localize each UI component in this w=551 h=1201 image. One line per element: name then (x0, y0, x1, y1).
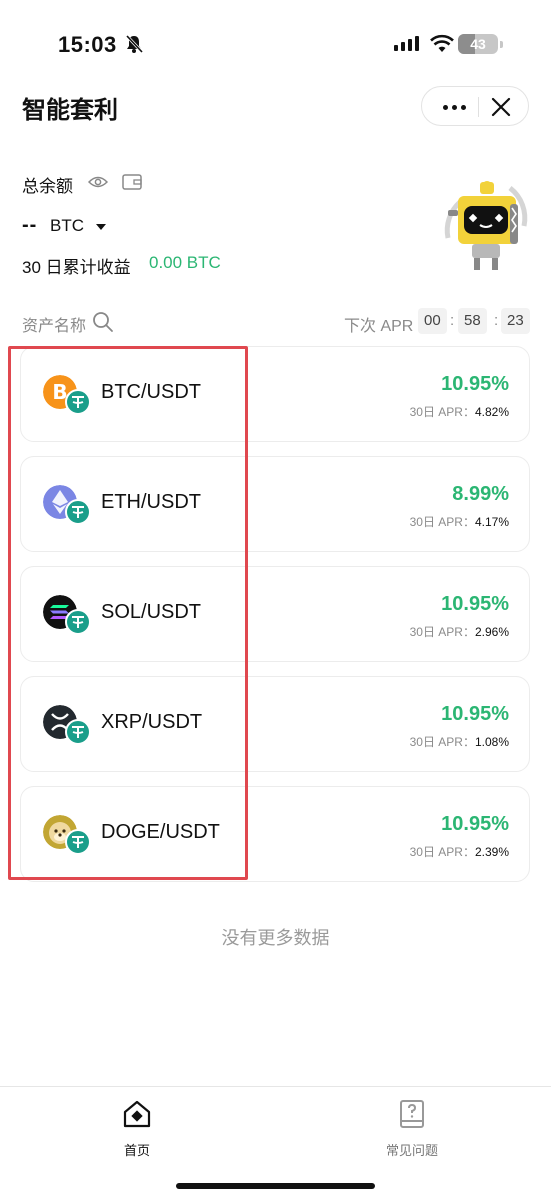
search-icon[interactable] (92, 311, 114, 333)
no-more-data-text: 没有更多数据 (221, 928, 330, 948)
battery-indicator: 43 (458, 34, 498, 54)
apr-value: 10.95% (441, 373, 509, 395)
status-bar: 15:03 43 (0, 0, 551, 88)
apr-30d-value: 4.82% (474, 405, 509, 419)
robot-mascot-icon (444, 181, 528, 270)
apr-30d: 30日 APR：4.82% (410, 403, 509, 420)
battery-tip (500, 41, 503, 48)
profit-value: 0.00 BTC (149, 253, 221, 272)
countdown-separator: : (450, 312, 455, 329)
more-options-icon[interactable] (436, 96, 472, 118)
tab-home[interactable]: 首页 (97, 1099, 177, 1159)
highlight-annotation-box (8, 346, 248, 880)
countdown-hours: 00 (418, 308, 447, 334)
chevron-down-icon[interactable] (96, 224, 106, 230)
apr-30d: 30日 APR：2.39% (410, 843, 509, 860)
tab-faq-label: 常见问题 (385, 1143, 438, 1158)
apr-30d-value: 2.96% (474, 625, 509, 639)
apr-30d: 30日 APR：1.08% (410, 733, 509, 750)
status-time: 15:03 (58, 32, 117, 57)
apr-30d-value: 1.08% (474, 735, 509, 749)
asset-name-column-label: 资产名称 (22, 318, 87, 335)
battery-level: 43 (470, 36, 486, 52)
apr-value: 10.95% (441, 703, 509, 725)
close-icon[interactable] (488, 95, 514, 119)
balance-amount: -- (22, 214, 38, 236)
apr-30d: 30日 APR：4.17% (410, 513, 509, 530)
apr-30d-label: 30日 APR： (409, 845, 475, 859)
faq-icon (400, 1100, 424, 1128)
countdown-minutes: 58 (458, 308, 487, 334)
next-apr-label: 下次 APR (344, 318, 414, 335)
apr-30d-label: 30日 APR： (409, 405, 475, 419)
apr-30d-value: 4.17% (474, 515, 509, 529)
bell-muted-icon (125, 34, 144, 54)
capsule-divider (478, 97, 479, 117)
total-balance-label: 总余额 (22, 177, 73, 196)
apr-value: 8.99% (452, 483, 509, 505)
currency-selector[interactable]: BTC (50, 216, 84, 236)
apr-value: 10.95% (441, 593, 509, 615)
countdown-seconds: 23 (501, 308, 530, 334)
tab-faq[interactable]: 常见问题 (372, 1099, 452, 1159)
apr-value: 10.95% (441, 813, 509, 835)
mini-program-capsule (421, 86, 529, 126)
profit-label: 30 日累计收益 (22, 258, 131, 277)
home-icon (123, 1100, 151, 1128)
apr-30d-label: 30日 APR： (409, 625, 475, 639)
eye-icon[interactable] (88, 175, 108, 189)
apr-30d-label: 30日 APR： (409, 515, 475, 529)
wallet-icon[interactable] (122, 174, 142, 190)
home-indicator (176, 1183, 375, 1189)
apr-30d-value: 2.39% (474, 845, 509, 859)
apr-30d: 30日 APR：2.96% (410, 623, 509, 640)
tab-home-label: 首页 (123, 1143, 150, 1158)
cellular-signal-icon (394, 36, 419, 51)
apr-30d-label: 30日 APR： (409, 735, 475, 749)
page-title: 智能套利 (22, 97, 118, 124)
wifi-icon (430, 34, 454, 52)
countdown-separator: : (494, 312, 499, 329)
